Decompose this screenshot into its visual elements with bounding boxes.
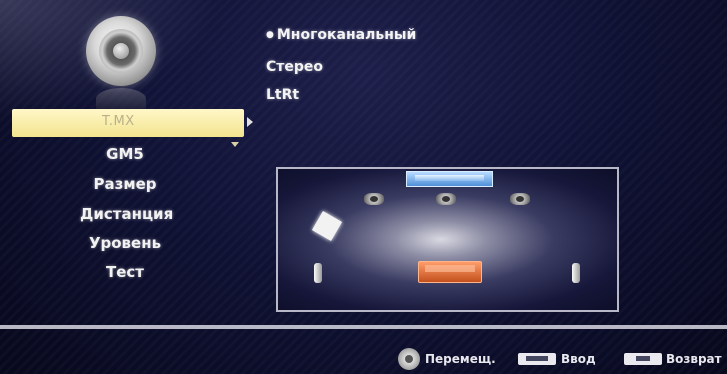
speaker-layout-diagram [276, 167, 619, 312]
menu-item-level[interactable]: Уровень [80, 234, 170, 252]
footer: Перемещ. Ввод Возврат [0, 338, 727, 374]
menu-item-selected[interactable]: T.MX [12, 109, 244, 137]
arrow-down-icon [231, 142, 239, 147]
option-stereo[interactable]: Стерео [266, 59, 323, 75]
option-ltrt[interactable]: LtRt [266, 87, 299, 103]
speaker-icon-reflection [96, 88, 146, 110]
setup-screen: T.MX GM5 Размер Дистанция Уровень Тест ●… [0, 0, 727, 374]
front-right-speaker-icon [510, 193, 530, 205]
menu-item-selected-label: T.MX [102, 114, 135, 129]
enter-hint: Ввод [561, 352, 596, 366]
menu-item-distance[interactable]: Дистанция [80, 205, 173, 223]
move-hint: Перемещ. [425, 352, 496, 366]
menu-item-size[interactable]: Размер [80, 175, 170, 193]
surround-right-speaker-icon [572, 263, 580, 283]
tv-icon [406, 171, 493, 187]
surround-left-speaker-icon [314, 263, 322, 283]
option-label: Многоканальный [276, 27, 417, 43]
return-hint: Возврат [666, 352, 722, 366]
front-left-speaker-icon [364, 193, 384, 205]
menu-item-gm5[interactable]: GM5 [80, 145, 170, 163]
option-multichannel[interactable]: ● Многоканальный [266, 27, 416, 43]
return-key-icon [624, 353, 662, 365]
divider [0, 325, 727, 329]
selected-bullet-icon: ● [266, 30, 274, 40]
subwoofer-icon [311, 210, 343, 242]
center-speaker-icon [436, 193, 456, 205]
enter-key-icon [518, 353, 556, 365]
arrow-right-icon [247, 117, 253, 127]
sofa-icon [418, 261, 482, 283]
menu-item-test[interactable]: Тест [80, 263, 170, 281]
speaker-icon [86, 16, 156, 86]
